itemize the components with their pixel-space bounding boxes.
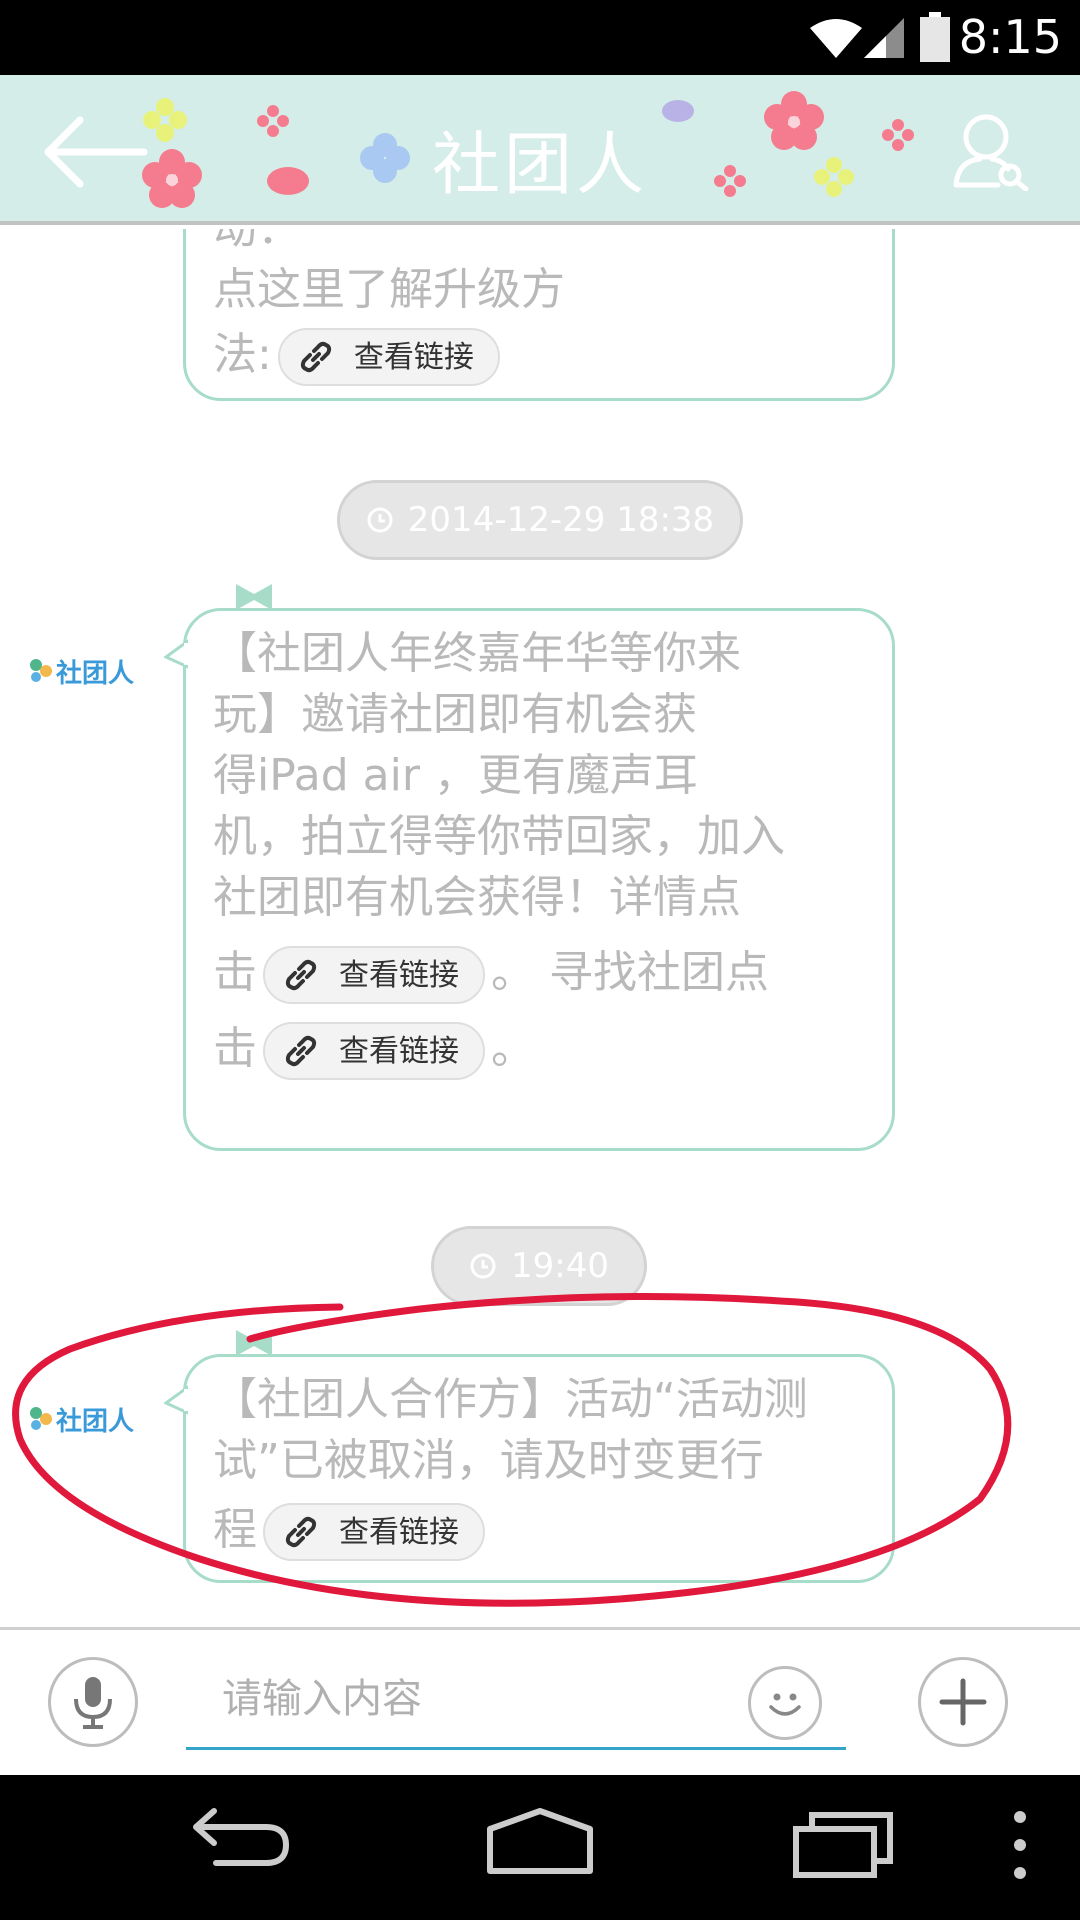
message-bubble: 动： 点这里了解升级方 法: 查看链接 — [183, 229, 895, 401]
message-text-line: 点这里了解升级方 — [213, 264, 565, 315]
message-text-line: 玩】邀请社团即有机会获 — [213, 689, 697, 740]
bubble-tail — [164, 1385, 188, 1415]
message-text-fragment: 。 寻找社团点 — [491, 947, 769, 998]
signal-icon — [864, 18, 904, 58]
message-text-fragment: 程 — [213, 1504, 257, 1555]
wifi-icon — [810, 19, 862, 58]
battery-icon — [920, 12, 950, 62]
smiley-icon — [769, 1693, 801, 1716]
message-text-line: 试”已被取消，请及时变更行 — [213, 1435, 764, 1486]
sender-logo-text: 社团人 — [56, 1407, 135, 1437]
link-label: 查看链接 — [339, 957, 459, 993]
nav-recents-icon[interactable] — [790, 1805, 896, 1885]
message-text-line: 击 查看链接 。 — [213, 1018, 873, 1080]
message-text-line: 击 查看链接 。 寻找社团点 — [213, 942, 873, 1004]
clock-icon — [470, 1253, 496, 1279]
timestamp-text: 2014-12-29 18:38 — [407, 500, 715, 540]
link-icon — [285, 1516, 317, 1548]
plus-icon — [939, 1678, 987, 1726]
view-link-button[interactable]: 查看链接 — [263, 946, 485, 1004]
microphone-icon — [74, 1677, 112, 1729]
view-link-button[interactable]: 查看链接 — [263, 1022, 485, 1080]
timestamp-pill: 19:40 — [431, 1226, 647, 1306]
view-link-button[interactable]: 查看链接 — [263, 1503, 485, 1561]
nav-home-icon[interactable] — [484, 1805, 596, 1885]
message-text-line: 动： — [213, 229, 853, 259]
link-icon — [285, 1035, 317, 1067]
link-icon — [300, 341, 331, 373]
system-nav-bar — [0, 1775, 1080, 1920]
link-label: 查看链接 — [339, 1514, 459, 1550]
nav-back-icon[interactable] — [188, 1805, 292, 1885]
message-text-fragment: 法: — [213, 329, 272, 380]
voice-input-button[interactable] — [48, 1657, 138, 1747]
status-time: 8:15 — [958, 10, 1062, 64]
input-bar — [0, 1627, 1080, 1775]
link-label: 查看链接 — [353, 339, 474, 375]
message-text-line: 程 查看链接 — [213, 1499, 883, 1561]
user-search-icon[interactable] — [952, 111, 1030, 191]
nav-menu-icon[interactable] — [1010, 1805, 1030, 1885]
more-options-button[interactable] — [918, 1657, 1008, 1747]
link-label: 查看链接 — [339, 1033, 459, 1069]
link-icon — [285, 959, 317, 991]
message-text-fragment: 击 — [213, 947, 257, 998]
emoji-button[interactable] — [748, 1666, 822, 1740]
sender-logo-text: 社团人 — [56, 659, 135, 689]
timestamp-text: 19:40 — [511, 1246, 609, 1286]
sender-avatar[interactable]: 社团人 — [26, 651, 136, 691]
message-text-fragment: 。 — [491, 1023, 535, 1074]
clock-icon — [367, 507, 393, 533]
app-header: 社团人 — [0, 75, 1080, 225]
message-text-line: 【社团人年终嘉年华等你来 — [213, 628, 741, 679]
message-text-fragment: 击 — [213, 1023, 257, 1074]
message-bubble: 【社团人年终嘉年华等你来 玩】邀请社团即有机会获 得iPad air ，更有魔声… — [183, 608, 895, 1151]
message-text-line: 得iPad air ，更有魔声耳 — [213, 750, 698, 801]
message-bubble: 【社团人合作方】活动“活动测 试”已被取消，请及时变更行 程 查看链接 — [183, 1354, 895, 1583]
timestamp-pill: 2014-12-29 18:38 — [337, 480, 743, 560]
chat-message-list[interactable]: 动： 点这里了解升级方 法: 查看链接 2014-12-29 18:38 社团人… — [0, 229, 1080, 1627]
message-input[interactable] — [186, 1650, 846, 1750]
bubble-tail — [164, 639, 188, 669]
page-title: 社团人 — [431, 126, 648, 205]
view-link-button[interactable]: 查看链接 — [277, 328, 500, 386]
message-text-line: 法: 查看链接 — [213, 324, 853, 386]
message-text-line: 【社团人合作方】活动“活动测 — [213, 1374, 808, 1425]
message-text-line: 机，拍立得等你带回家，加入 — [213, 811, 785, 862]
sender-avatar[interactable]: 社团人 — [26, 1399, 136, 1439]
message-text-line: 社团即有机会获得！详情点 — [213, 872, 741, 923]
status-bar: 8:15 — [0, 0, 1080, 75]
